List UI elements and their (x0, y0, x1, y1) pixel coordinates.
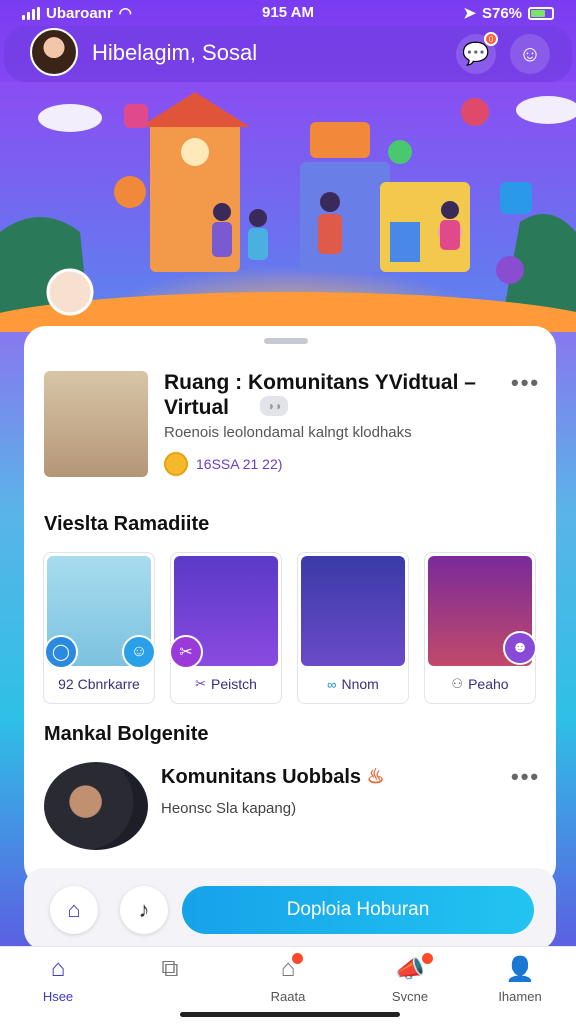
community-thumbnail[interactable] (44, 762, 148, 850)
location-icon: ➤ (463, 5, 476, 22)
featured-thumbnail[interactable] (44, 371, 148, 477)
content-sheet: Ruang : Komunitans YVidtual – Virtual ◑◑… (24, 326, 556, 886)
chat-button[interactable]: 💬 0 (456, 32, 498, 74)
group-icon: ⚇ (451, 676, 464, 691)
store-icon: ⌂ (281, 953, 304, 987)
room-card[interactable]: ◯ ☺ 92 Cbnrkarre (43, 552, 156, 704)
room-card-image (301, 556, 405, 666)
coin-icon (164, 452, 188, 476)
puzzle-icon: ⧉ (161, 955, 179, 982)
tab-profile-label: Ihamen (498, 989, 542, 1004)
tab-home[interactable]: ⌂ Hsee (18, 955, 98, 1004)
featured-title[interactable]: Ruang : Komunitans YVidtual – Virtual (164, 370, 484, 420)
headset-icon: ☺ (518, 41, 542, 66)
featured-subtitle: Roenois leolondamal kalngt klodhaks (164, 424, 412, 441)
megaphone-icon: 📣 (395, 953, 433, 987)
app-header: Hibelagim, Sosal 💬 0 ☺ (4, 26, 572, 82)
room-card-text: Nnom (341, 676, 379, 692)
featured-more-button[interactable]: ••• (511, 370, 540, 396)
featured-meta: 16SSA 21 22) (164, 452, 282, 476)
featured-meta-text: 16SSA 21 22) (196, 456, 283, 472)
community-more-button[interactable]: ••• (511, 764, 540, 790)
room-card-text: Peistch (210, 676, 257, 692)
home-icon: ⌂ (67, 897, 81, 922)
community-title-text: Komunitans Uobbals (161, 766, 362, 788)
hero-illustration (0, 82, 576, 332)
group-chat-icon: ☺ (122, 635, 156, 669)
section-title-new: Mankal Bolgenite (44, 723, 209, 745)
mic-shortcut-button[interactable]: ♪ (120, 886, 168, 934)
section-title-recommend: Vieslta Ramadiite (44, 513, 210, 535)
tab-announcements-label: Svcne (391, 989, 429, 1004)
greeting-text: Hibelagim, Sosal (92, 40, 258, 65)
user-avatar-icon: ☻ (503, 631, 537, 665)
fire-icon: ♨ (366, 766, 385, 788)
primary-cta-button[interactable]: Doploia Hoburan (182, 886, 534, 934)
scissors-icon: ✂ (195, 676, 206, 691)
room-card-label: ⚇ Peaho (425, 676, 535, 692)
user-avatar[interactable] (30, 28, 78, 76)
room-card-text: 92 Cbnrkarre (58, 676, 140, 692)
community-title[interactable]: Komunitans Uobbals ♨ (161, 764, 385, 789)
mic-icon: ♪ (138, 897, 150, 922)
tab-store[interactable]: ⌂ Raata (248, 953, 328, 1004)
room-card-label: 92 Cbnrkarre (44, 676, 154, 692)
featured-tag-pill: ◑◑ (260, 396, 288, 416)
home-indicator (180, 1012, 400, 1017)
tab-announcements[interactable]: 📣 Svcne (370, 953, 450, 1004)
scissors-icon: ✂ (169, 635, 203, 669)
profile-icon: 👤 (505, 956, 535, 983)
room-card[interactable]: ☻ ⚇ Peaho (424, 552, 537, 704)
tab-profile[interactable]: 👤 Ihamen (480, 955, 560, 1004)
tab-store-badge (292, 953, 304, 964)
room-card[interactable]: ∞ Nnom (297, 552, 409, 704)
battery-percent: S76% (481, 4, 522, 22)
drag-handle[interactable] (264, 338, 308, 344)
battery-icon (528, 6, 554, 20)
action-bar: ⌂ ♪ Doploia Hoburan (24, 868, 556, 950)
tab-announcements-badge (421, 953, 433, 964)
community-subtitle: Heonsc Sla kapang) (161, 800, 297, 817)
support-button[interactable]: ☺ (510, 34, 550, 74)
room-card-text: Peaho (468, 676, 509, 692)
status-bar: Ubaroanr ◠ 915 AM ➤ S76% (0, 0, 576, 26)
home-icon: ⌂ (50, 955, 66, 982)
notification-badge: 0 (484, 32, 498, 46)
home-shortcut-button[interactable]: ⌂ (50, 886, 98, 934)
link-icon: ∞ (327, 676, 337, 692)
room-card[interactable]: ✂ ✂ Peistch (169, 552, 282, 704)
room-card-label: ∞ Nnom (298, 676, 408, 692)
tab-games[interactable]: ⧉ (130, 955, 210, 989)
tab-home-label: Hsee (42, 989, 74, 1004)
tab-store-label: Raata (270, 989, 306, 1004)
chat-icon: 💬 (462, 41, 490, 66)
room-card-label: ✂ Peistch (171, 676, 281, 692)
chat-bubble-icon: ◯ (44, 635, 78, 669)
